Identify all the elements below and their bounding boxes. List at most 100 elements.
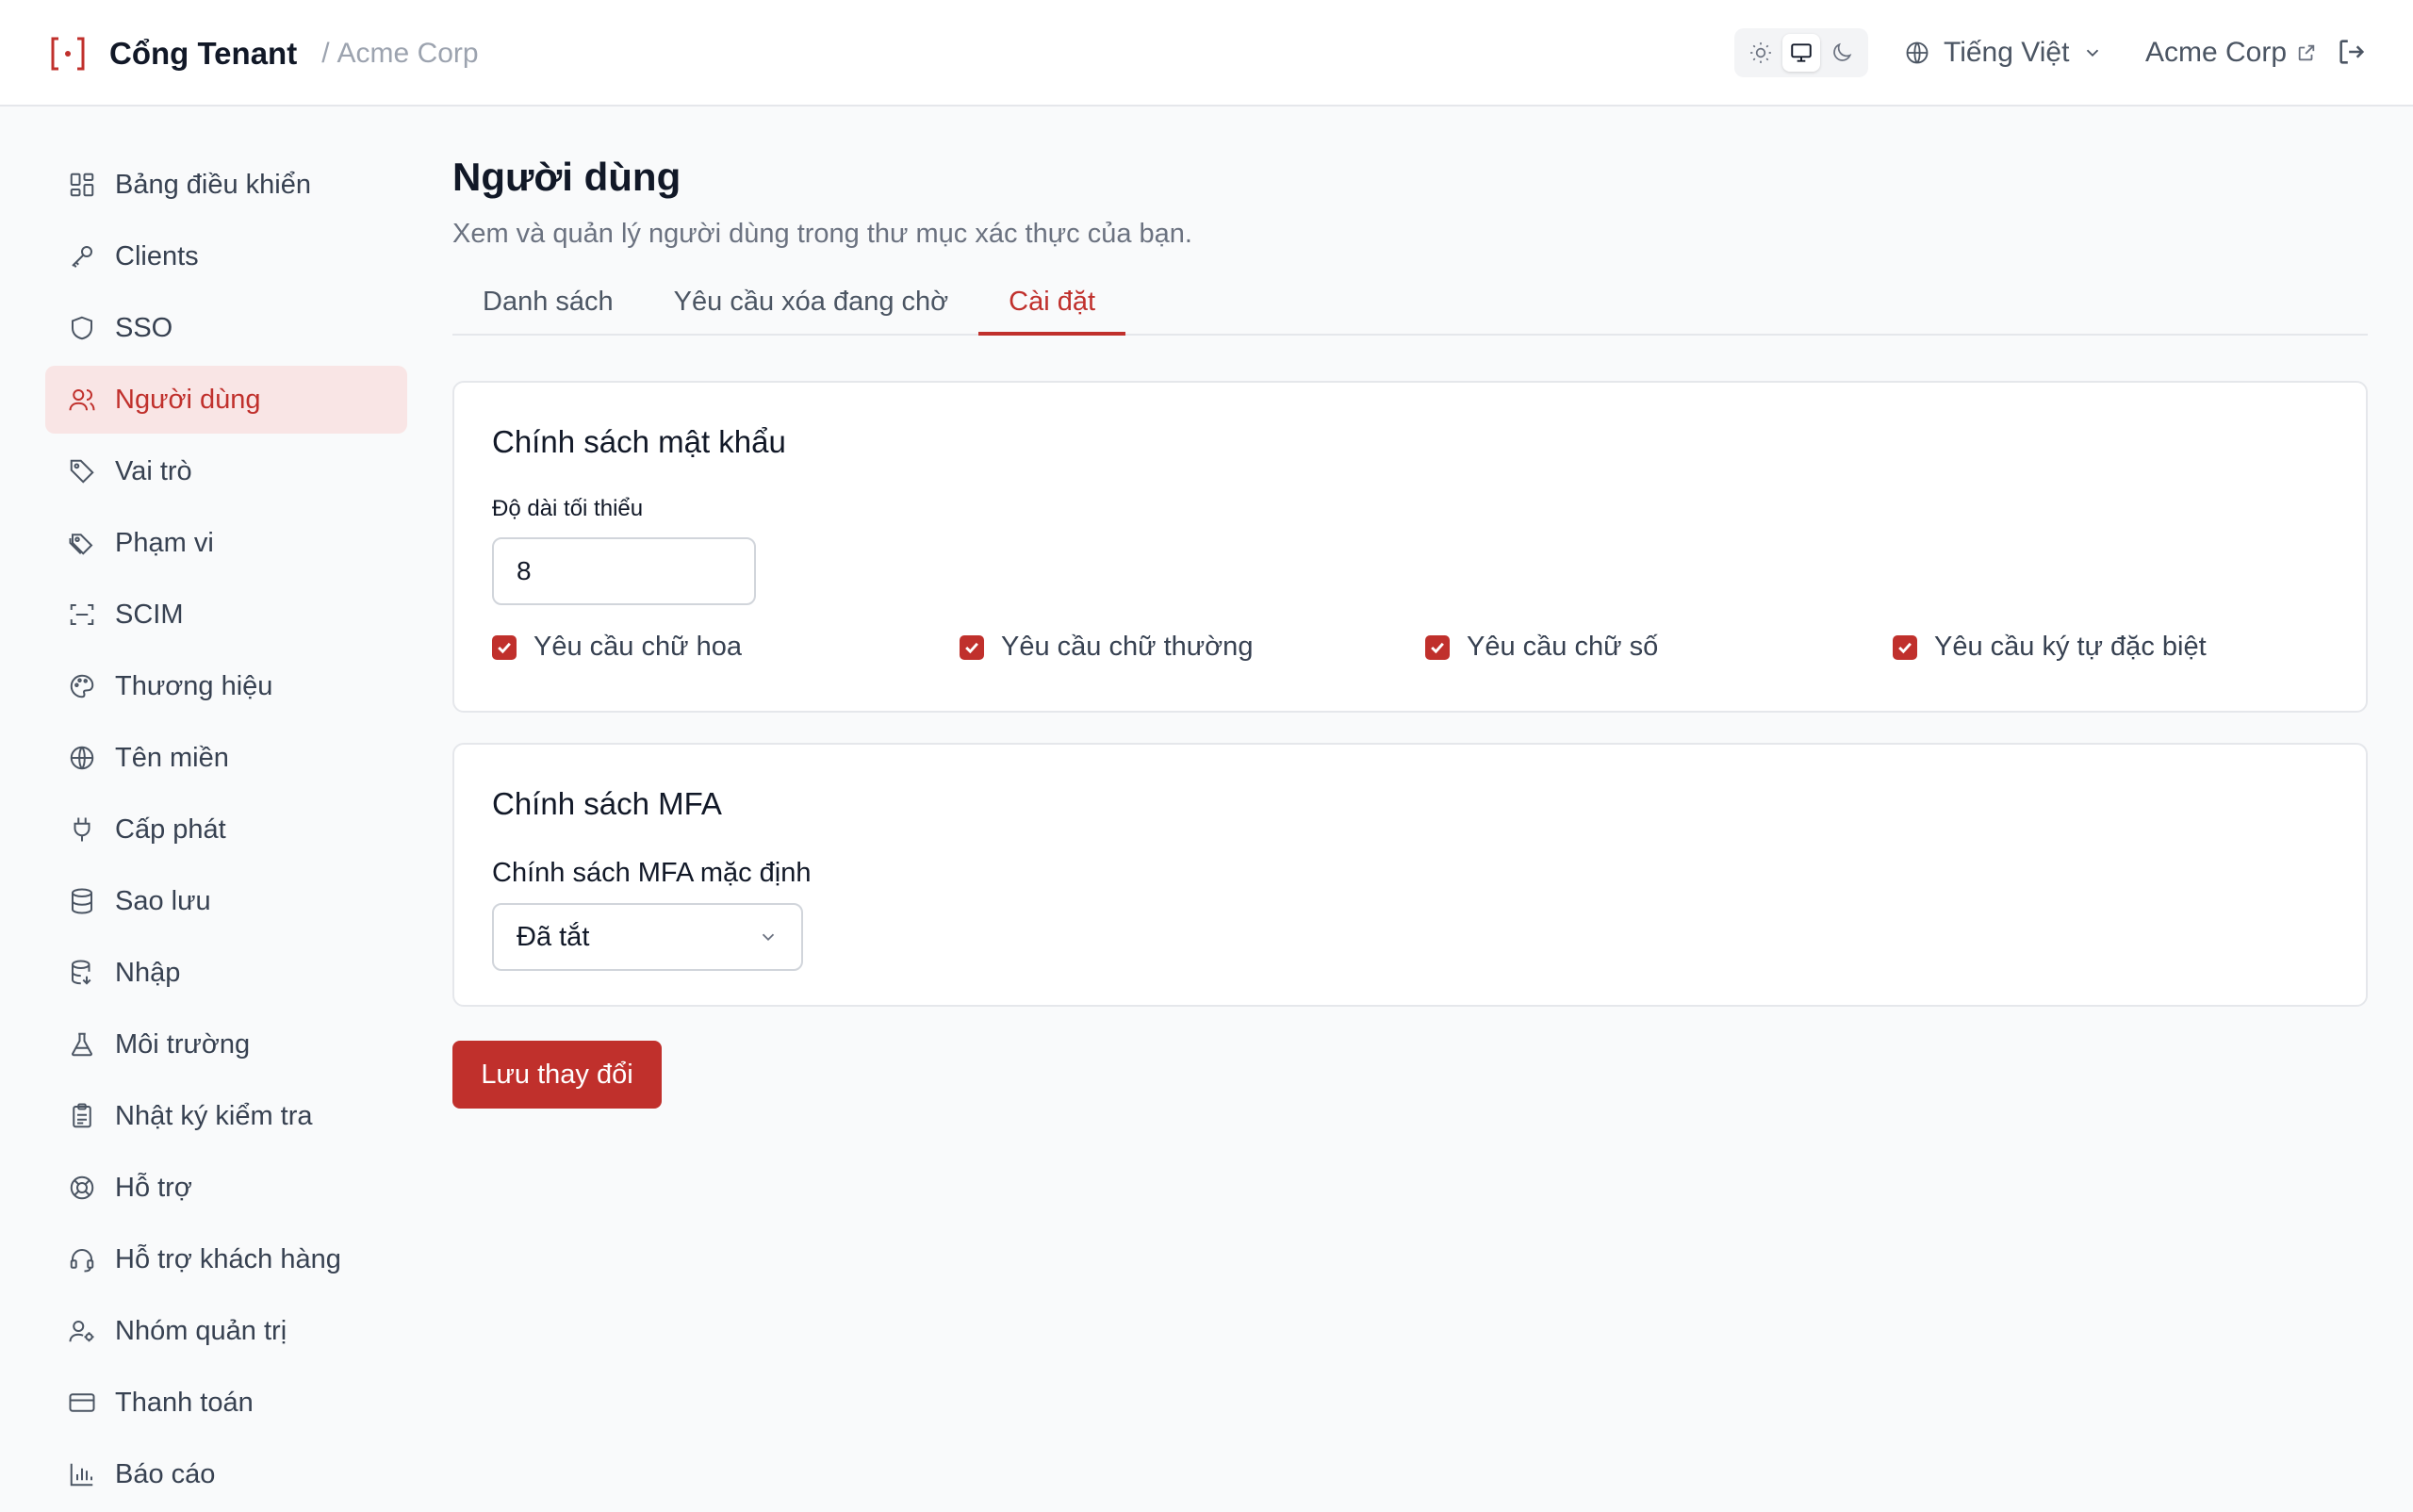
org-link[interactable]: Acme Corp <box>2145 28 2317 77</box>
require-uppercase-checkbox[interactable]: Yêu cầu chữ hoa <box>492 632 742 663</box>
password-requirements: Yêu cầu chữ hoa Yêu cầu chữ thường Yêu c… <box>492 632 2330 669</box>
theme-system-button[interactable] <box>1781 34 1820 72</box>
sidebar-item-label: Thương hiệu <box>115 670 273 701</box>
org-link-label: Acme Corp <box>2145 37 2288 68</box>
sidebar-item-label: Nhóm quản trị <box>115 1315 287 1346</box>
theme-switcher <box>1734 28 1868 77</box>
top-header: Cổng Tenant / Acme Corp Tiếng Việt Acme … <box>0 0 2413 107</box>
moon-icon <box>1833 42 1852 61</box>
checkbox-label: Yêu cầu ký tự đặc biệt <box>1934 632 2207 662</box>
sidebar-item-environments[interactable]: Môi trường <box>45 1011 407 1078</box>
sidebar-item-billing[interactable]: Thanh toán <box>45 1369 407 1437</box>
sidebar-item-import[interactable]: Nhập <box>45 939 407 1007</box>
sidebar-item-scim[interactable]: SCIM <box>45 581 407 649</box>
sidebar-item-sso[interactable]: SSO <box>45 294 407 362</box>
sidebar-item-label: Vai trò <box>115 455 192 486</box>
require-special-char-checkbox[interactable]: Yêu cầu ký tự đặc biệt <box>1893 632 2207 663</box>
checkbox-checked[interactable] <box>1425 634 1450 660</box>
mfa-policy-title: Chính sách MFA <box>492 786 722 821</box>
sidebar-item-label: Bảng điều khiển <box>115 169 311 200</box>
min-length-label: Độ dài tối thiểu <box>492 496 644 521</box>
save-changes-button[interactable]: Lưu thay đổi <box>452 1041 662 1109</box>
sidebar-item-label: Tên miền <box>115 742 229 773</box>
sidebar-item-dashboard[interactable]: Bảng điều khiển <box>45 151 407 219</box>
brand[interactable]: Cổng Tenant / Acme Corp <box>49 0 479 107</box>
sidebar-item-label: Clients <box>115 240 199 271</box>
credit-card-icon <box>69 1393 95 1412</box>
bar-chart-icon <box>70 1463 93 1487</box>
sidebar-item-domains[interactable]: Tên miền <box>45 724 407 792</box>
checkbox-checked[interactable] <box>1893 634 1917 660</box>
sidebar-item-label: Người dùng <box>115 384 261 415</box>
breadcrumb-separator: / <box>321 37 330 69</box>
sidebar-item-label: Cấp phát <box>115 814 226 845</box>
tab-list[interactable]: Danh sách <box>452 283 644 336</box>
sidebar-item-roles[interactable]: Vai trò <box>45 437 407 505</box>
sidebar-item-label: SCIM <box>115 599 184 630</box>
tab-pending-deletion[interactable]: Yêu cầu xóa đang chờ <box>644 283 979 336</box>
sun-icon <box>1749 42 1771 63</box>
sidebar-item-label: Nhập <box>115 957 181 988</box>
sidebar-item-customer-support[interactable]: Hỗ trợ khách hàng <box>45 1225 407 1293</box>
logout-icon[interactable] <box>2336 36 2368 68</box>
mfa-policy-card: Chính sách MFA Chính sách MFA mặc định Đ… <box>452 743 2368 1007</box>
chevron-down-icon <box>2087 49 2099 58</box>
checkbox-label: Yêu cầu chữ hoa <box>533 632 742 662</box>
require-lowercase-checkbox[interactable]: Yêu cầu chữ thường <box>960 632 1253 663</box>
sidebar-item-audit-log[interactable]: Nhật ký kiểm tra <box>45 1082 407 1150</box>
page-subtitle: Xem và quản lý người dùng trong thư mục … <box>452 219 1192 249</box>
password-policy-card: Chính sách mật khẩu Độ dài tối thiểu Yêu… <box>452 381 2368 713</box>
main-content: Người dùng Xem và quản lý người dùng tro… <box>452 151 2368 1109</box>
external-link-icon <box>2298 44 2315 61</box>
users-icon <box>69 389 95 411</box>
require-digit-checkbox[interactable]: Yêu cầu chữ số <box>1425 632 1658 663</box>
sidebar-item-label: Sao lưu <box>115 885 211 916</box>
sidebar-item-provisioning[interactable]: Cấp phát <box>45 796 407 863</box>
sidebar-item-backup[interactable]: Sao lưu <box>45 867 407 935</box>
dashboard-icon <box>70 173 94 197</box>
sidebar: Bảng điều khiển Clients SSO Người dùng V… <box>45 151 407 1512</box>
theme-dark-button[interactable] <box>1823 34 1861 72</box>
sidebar-item-scopes[interactable]: Phạm vi <box>45 509 407 577</box>
sidebar-item-clients[interactable]: Clients <box>45 222 407 290</box>
checkbox-checked[interactable] <box>492 634 517 660</box>
theme-light-button[interactable] <box>1742 34 1780 72</box>
tab-settings[interactable]: Cài đặt <box>978 283 1126 336</box>
checkbox-label: Yêu cầu chữ số <box>1467 632 1659 662</box>
tab-bar: Danh sách Yêu cầu xóa đang chờ Cài đặt <box>452 283 2368 336</box>
sidebar-item-users[interactable]: Người dùng <box>45 366 407 434</box>
monitor-icon <box>1791 43 1812 62</box>
sidebar-item-label: Hỗ trợ <box>115 1172 192 1203</box>
database-icon <box>72 888 92 914</box>
check-icon <box>1431 642 1444 653</box>
headset-icon <box>70 1249 94 1273</box>
plug-icon <box>74 817 90 842</box>
check-icon <box>498 642 511 653</box>
sidebar-item-reports[interactable]: Báo cáo <box>45 1440 407 1508</box>
mfa-default-value: Đã tắt <box>517 921 590 952</box>
sidebar-item-admin-groups[interactable]: Nhóm quản trị <box>45 1297 407 1365</box>
min-length-input[interactable] <box>492 537 756 605</box>
sidebar-item-label: SSO <box>115 312 173 343</box>
mfa-default-label: Chính sách MFA mặc định <box>492 858 812 888</box>
shield-icon <box>72 316 92 340</box>
check-icon <box>1898 642 1912 653</box>
globe-icon <box>1906 41 1929 64</box>
language-selector[interactable]: Tiếng Việt <box>1904 28 2103 77</box>
sidebar-item-label: Môi trường <box>115 1028 251 1060</box>
sidebar-item-label: Nhật ký kiểm tra <box>115 1100 313 1131</box>
sidebar-item-branding[interactable]: Thương hiệu <box>45 652 407 720</box>
sidebar-item-support[interactable]: Hỗ trợ <box>45 1154 407 1222</box>
check-icon <box>965 642 978 653</box>
mfa-default-select[interactable]: Đã tắt <box>492 903 803 971</box>
sidebar-item-label: Thanh toán <box>115 1387 254 1418</box>
brand-logo-icon <box>51 37 85 70</box>
key-icon <box>72 246 92 268</box>
password-policy-title: Chính sách mật khẩu <box>492 424 786 459</box>
flask-icon <box>71 1032 93 1057</box>
scan-icon <box>70 604 94 625</box>
lifebuoy-icon <box>70 1175 94 1200</box>
checkbox-checked[interactable] <box>960 634 984 660</box>
palette-icon <box>70 674 94 698</box>
sidebar-item-label: Phạm vi <box>115 527 214 558</box>
